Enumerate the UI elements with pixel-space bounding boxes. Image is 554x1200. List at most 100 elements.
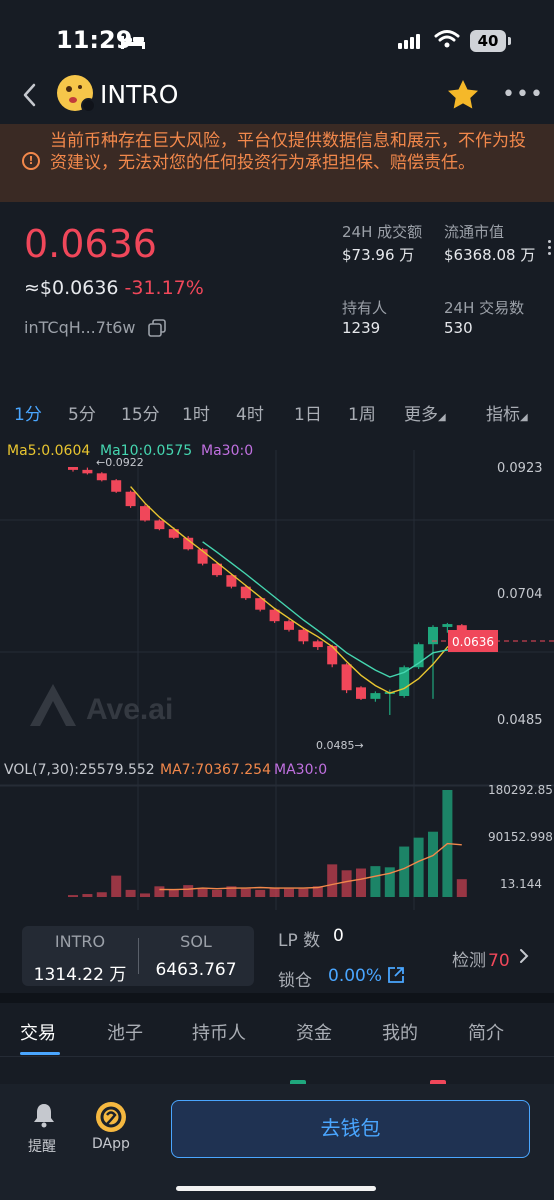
- volume-bar: [111, 875, 122, 897]
- volume-axis-labels: 180292.851 90152.998 13.144: [488, 783, 554, 891]
- low-price-marker: 0.0485→: [316, 739, 364, 752]
- sleep-mode-icon: [121, 36, 145, 49]
- volume-bar: [140, 893, 150, 897]
- copy-icon[interactable]: [148, 319, 166, 337]
- price-usd-line: ≈$0.0636 -31.17%: [24, 277, 204, 299]
- volume-bar: [125, 889, 136, 897]
- tab-pools[interactable]: 池子: [107, 1019, 143, 1045]
- volume-bar: [428, 831, 438, 897]
- volume-bar: [82, 894, 93, 897]
- security-check-label: 检测: [452, 951, 486, 971]
- pool-reserves-card: INTRO 1314.22 万 SOL 6463.767: [22, 926, 254, 986]
- back-icon[interactable]: [18, 80, 44, 110]
- vol-ma7-legend: MA7:70367.254: [160, 762, 271, 778]
- timeframe-more-label: 更多: [404, 405, 438, 425]
- tx-count-label: 24H 交易数: [444, 299, 525, 317]
- y-tick-mid: 0.0704: [497, 587, 543, 602]
- candle: [356, 686, 366, 701]
- lock-label: 锁仓: [278, 971, 312, 991]
- vol-ma30-legend: MA30:0: [274, 762, 327, 778]
- risk-warning-banner: ! 当前币种存在巨大风险，平台仅提供数据信息和展示，不作为投资建议，无法对您的任…: [0, 124, 554, 202]
- timeframe-5m[interactable]: 5分: [68, 400, 96, 425]
- bottom-bar: 提醒 DApp 去钱包: [0, 1084, 554, 1200]
- wifi-icon: [434, 30, 460, 48]
- risk-warning-text: 当前币种存在巨大风险，平台仅提供数据信息和展示，不作为投资建议，无法对您的任何投…: [50, 131, 526, 173]
- tab-trade[interactable]: 交易: [20, 1019, 56, 1045]
- price-change: -31.17%: [124, 277, 204, 299]
- more-options-icon[interactable]: •••: [502, 82, 544, 107]
- candle: [341, 663, 352, 694]
- volume-bar: [212, 889, 222, 897]
- token-title: INTRO: [100, 80, 179, 109]
- go-to-wallet-button[interactable]: 去钱包: [171, 1100, 530, 1158]
- solana-badge-icon: [81, 98, 96, 113]
- timeframe-1d[interactable]: 1日: [294, 400, 322, 425]
- price-usd: ≈$0.0636: [24, 277, 119, 299]
- candle: [68, 467, 78, 472]
- vol-legend: VOL(7,30):25579.552: [4, 762, 155, 778]
- cellular-signal-icon: [398, 34, 420, 49]
- active-tab-indicator: [20, 1052, 60, 1055]
- status-bar: 11:29 40: [0, 0, 554, 72]
- external-link-icon[interactable]: [387, 966, 405, 984]
- tab-funds[interactable]: 资金: [296, 1019, 332, 1045]
- timeframe-more[interactable]: 更多◢: [404, 400, 446, 425]
- timeframe-1m[interactable]: 1分: [14, 400, 42, 425]
- ma-lines: [130, 486, 463, 694]
- timeframe-1h[interactable]: 1时: [182, 400, 210, 425]
- candle: [154, 519, 165, 531]
- lock-value[interactable]: 0.00%: [328, 966, 382, 986]
- candle: [327, 644, 338, 668]
- tab-holders[interactable]: 持币人: [192, 1019, 246, 1045]
- ave-watermark: Ave.ai: [30, 684, 173, 726]
- volume-bar: [456, 879, 467, 897]
- candle: [312, 639, 323, 650]
- token-a-amount: 1314.22 万: [33, 965, 127, 985]
- volume-bar: [154, 886, 165, 897]
- tx-count-value: 530: [444, 319, 473, 337]
- timeframe-4h[interactable]: 4时: [236, 400, 264, 425]
- lp-count-value: 0: [333, 926, 344, 946]
- volume-bar: [269, 887, 280, 897]
- volume-bar: [298, 888, 309, 897]
- chart-gridlines: [0, 450, 554, 910]
- candle: [111, 479, 122, 493]
- stats-more-icon[interactable]: [548, 240, 552, 258]
- tab-intro[interactable]: 简介: [468, 1019, 504, 1045]
- candle: [226, 573, 237, 589]
- volume-24h-label: 24H 成交额: [342, 223, 423, 241]
- security-check[interactable]: 检测 70: [452, 946, 510, 971]
- token-address: inTCqH...7t6w: [24, 318, 136, 337]
- favorite-star-icon[interactable]: [446, 78, 480, 110]
- watermark-text: Ave.ai: [86, 693, 173, 726]
- candle: [82, 467, 93, 475]
- chevron-right-icon[interactable]: [518, 947, 530, 965]
- ma30-legend: Ma30:0: [201, 443, 253, 459]
- holders-value: 1239: [342, 319, 381, 337]
- holders-label: 持有人: [342, 299, 388, 317]
- volume-bar: [240, 888, 251, 897]
- tab-mine[interactable]: 我的: [382, 1019, 418, 1045]
- dapp-icon[interactable]: [96, 1102, 126, 1132]
- candle: [125, 490, 136, 508]
- bell-icon[interactable]: [32, 1102, 56, 1128]
- market-cap-label: 流通市值: [444, 223, 505, 241]
- volume-bar: [255, 889, 266, 897]
- tab-divider: [0, 1056, 554, 1057]
- candle: [96, 472, 107, 482]
- price-chart[interactable]: Ave.ai Ma5:0.0604 Ma10:0.0575 Ma30:0 0.0…: [0, 430, 554, 910]
- timeframe-15m[interactable]: 15分: [121, 400, 160, 425]
- battery-icon: 40: [470, 30, 506, 52]
- volume-bar: [197, 888, 208, 897]
- current-price-label: 0.0636: [452, 635, 494, 649]
- indicator-menu[interactable]: 指标◢: [486, 400, 528, 425]
- timeframe-1w[interactable]: 1周: [348, 400, 376, 425]
- candle: [370, 691, 381, 702]
- dapp-label[interactable]: DApp: [92, 1136, 130, 1152]
- volume-bar: [168, 889, 179, 897]
- alert-label[interactable]: 提醒: [28, 1136, 56, 1156]
- token-avatar: [57, 75, 96, 113]
- volume-bar: [399, 846, 410, 897]
- volume-bar: [370, 866, 381, 897]
- volume-bar: [68, 895, 78, 897]
